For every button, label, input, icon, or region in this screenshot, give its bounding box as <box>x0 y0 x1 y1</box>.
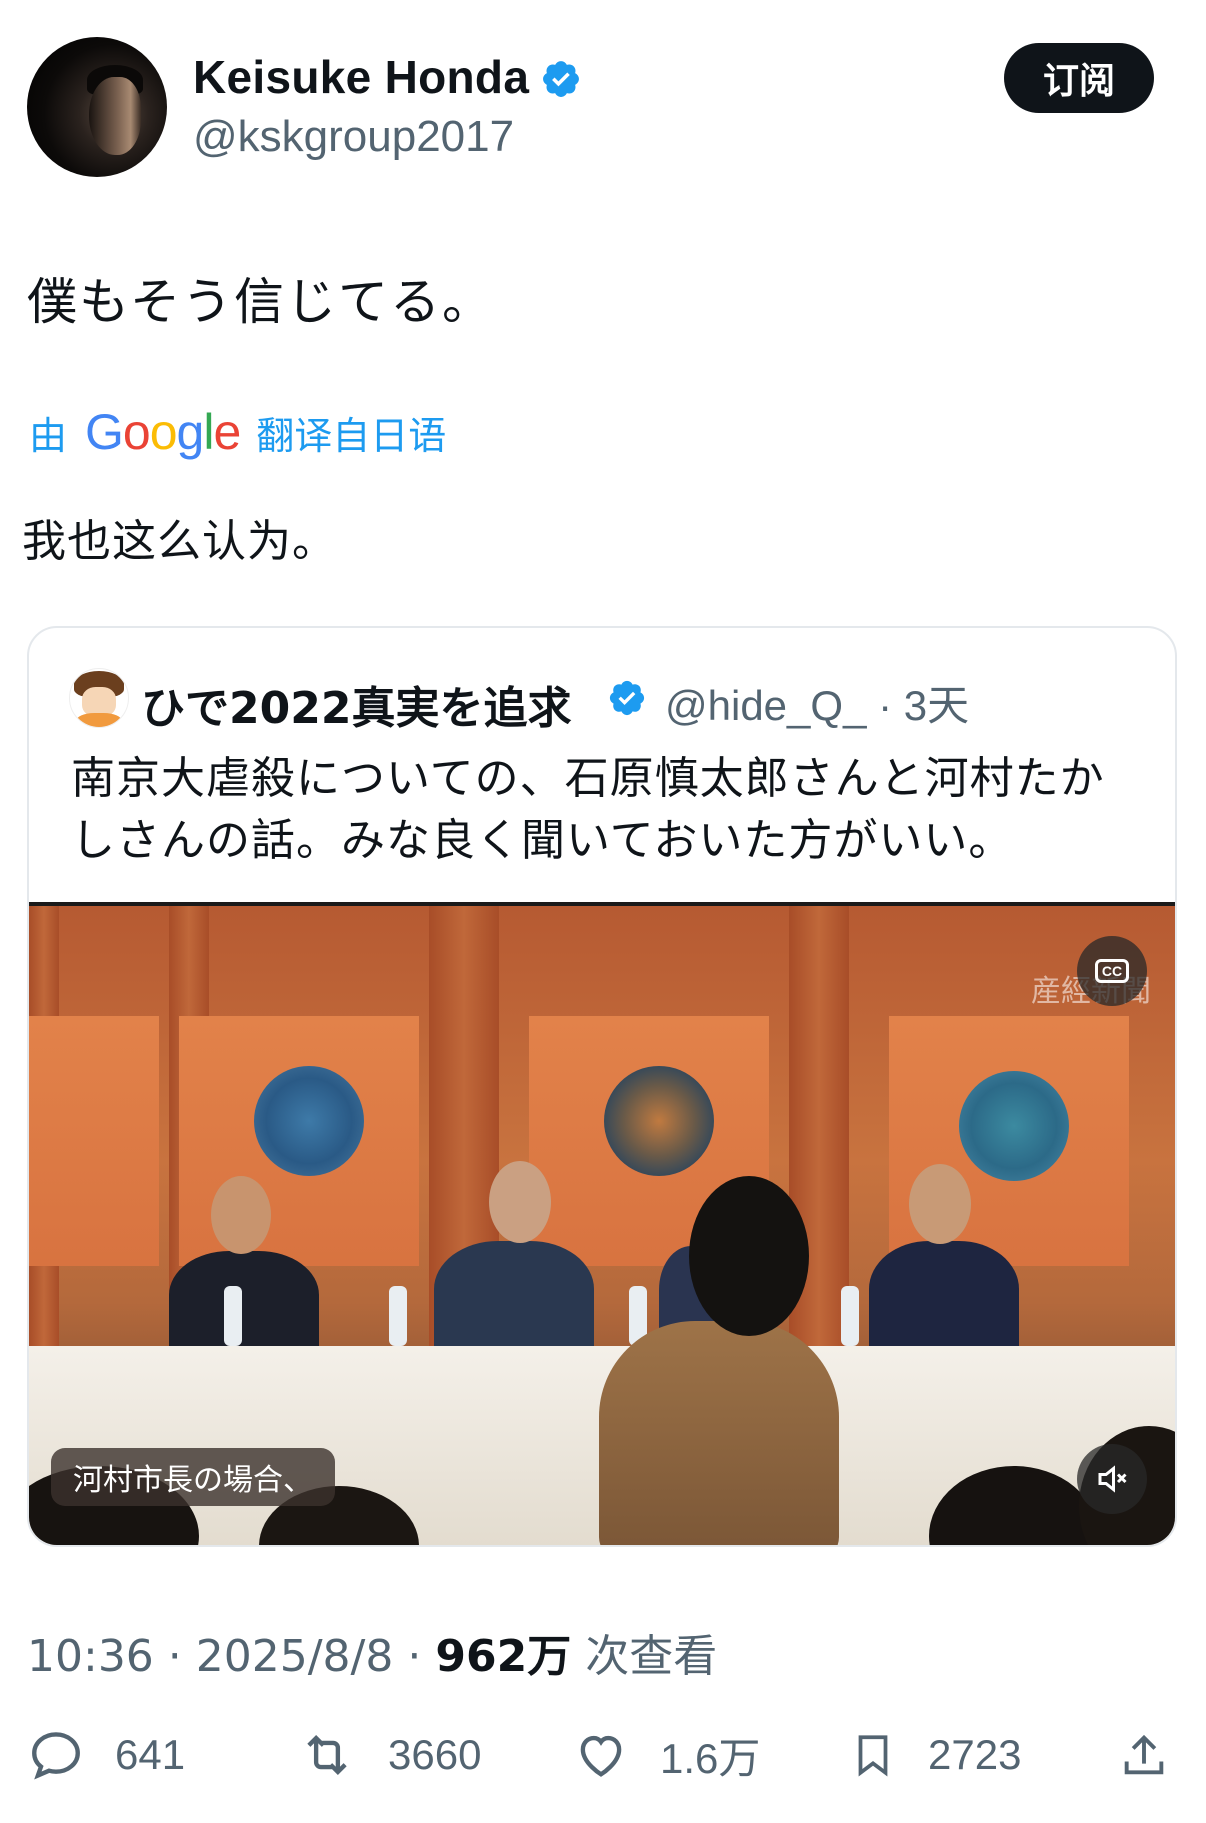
translate-suffix: 翻译自日语 <box>256 413 447 458</box>
author-avatar[interactable] <box>27 37 167 177</box>
verified-badge-icon <box>543 61 579 97</box>
author-handle[interactable]: @kskgroup2017 <box>193 112 514 162</box>
retweet-count: 3660 <box>388 1731 482 1778</box>
quoted-verified-badge-icon <box>609 680 645 716</box>
quoted-author-name[interactable]: ひで2022真実を追求 <box>141 672 571 736</box>
heart-icon <box>580 1735 622 1777</box>
like-count: 1.6万 <box>660 1734 761 1782</box>
author-name[interactable]: Keisuke Honda <box>193 50 529 104</box>
translate-prefix: 由 <box>29 413 68 458</box>
action-bar: 641 3660 1.6万 2723 <box>0 1710 1206 1810</box>
mute-icon[interactable] <box>1077 1444 1147 1514</box>
subscribe-button[interactable]: 订阅 <box>1004 43 1154 113</box>
tweet-text: 僕もそう信じてる。 <box>27 273 494 331</box>
quoted-tweet-text: 南京大虐殺についての、石原慎太郎さんと河村たかしさんの話。みな良く聞いておいた方… <box>71 753 1105 866</box>
retweet-button[interactable]: 3660 <box>296 1710 481 1800</box>
reply-button[interactable]: 641 <box>27 1710 185 1800</box>
bookmark-icon <box>858 1735 888 1777</box>
translated-text: 我也这么认为。 <box>22 516 337 567</box>
video-player[interactable]: 産經新聞 CC 河村市長の場合、 <box>29 906 1175 1545</box>
bookmark-button[interactable]: 2723 <box>848 1710 1021 1800</box>
share-icon <box>1124 1734 1164 1775</box>
quoted-handle-time[interactable]: @hide_Q_ · 3天 <box>665 672 969 733</box>
tweet-meta: 10:36 · 2025/8/8 · 962万 次查看 <box>27 1620 717 1684</box>
bookmark-count: 2723 <box>928 1731 1022 1778</box>
view-count: 962万 <box>435 1631 572 1682</box>
reply-count: 641 <box>115 1731 186 1778</box>
share-button[interactable] <box>1118 1710 1200 1800</box>
retweet-icon <box>307 1735 347 1775</box>
tweet-timestamp[interactable]: 10:36 · 2025/8/8 · <box>27 1631 435 1682</box>
cc-icon[interactable]: CC <box>1077 936 1147 1006</box>
view-label: 次查看 <box>571 1631 718 1682</box>
translation-attribution[interactable]: 由 Google 翻译自日语 <box>29 404 446 460</box>
video-subtitle: 河村市長の場合、 <box>51 1448 335 1506</box>
google-logo: Google <box>85 404 241 460</box>
quoted-tweet-card[interactable]: ひで2022真実を追求 @hide_Q_ · 3天 南京大虐殺についての、石原慎… <box>27 626 1177 1547</box>
reply-icon <box>32 1732 80 1780</box>
like-button[interactable]: 1.6万 <box>572 1710 760 1800</box>
quoted-author-avatar[interactable] <box>69 668 129 728</box>
